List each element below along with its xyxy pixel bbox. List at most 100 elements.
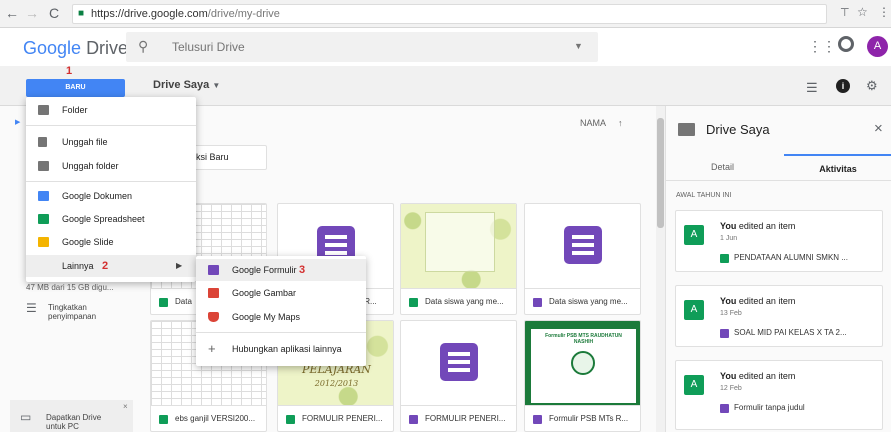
menu-item-docs[interactable]: Google Dokumen xyxy=(26,185,196,207)
sheets-icon xyxy=(286,415,295,424)
activity-action: edited an item xyxy=(738,371,796,381)
form-preview xyxy=(425,212,495,272)
file-caption: ebs ganjil VERSI200... xyxy=(151,405,266,431)
settings-gear-icon[interactable]: ⚙ xyxy=(866,78,878,94)
menu-item-label: Hubungkan aplikasi lainnya xyxy=(232,344,342,354)
forward-icon[interactable]: → xyxy=(24,5,40,21)
file-thumbnail xyxy=(401,204,516,288)
submenu-item-mymaps[interactable]: Google My Maps xyxy=(196,306,366,328)
apps-grid-icon[interactable]: ⋮⋮ xyxy=(808,38,836,55)
drawings-icon xyxy=(208,288,219,298)
menu-item-upload-file[interactable]: Unggah file xyxy=(26,131,196,153)
file-card[interactable]: Formulir PSB MTS RAUDHATUN NASHIH Formul… xyxy=(524,320,641,432)
activity-file-name: SOAL MID PAI KELAS X TA 2... xyxy=(734,328,847,337)
sort-control[interactable]: NAMA ↑ xyxy=(580,118,623,128)
forms-icon xyxy=(440,343,478,381)
file-card[interactable]: FORMULIR PENERI... xyxy=(400,320,517,432)
forms-icon xyxy=(533,298,542,307)
activity-file[interactable]: SOAL MID PAI KELAS X TA 2... xyxy=(720,328,847,338)
file-caption: Formulir PSB MTs R... xyxy=(525,405,640,431)
get-drive-banner[interactable]: ▭ Dapatkan Drive untuk PC × xyxy=(10,400,133,432)
plus-icon: + xyxy=(208,341,216,356)
folder-upload-icon xyxy=(38,161,49,171)
forms-icon xyxy=(208,265,219,275)
browser-menu-icon[interactable]: ⋮ xyxy=(878,5,890,19)
menu-divider xyxy=(26,181,196,182)
search-box[interactable]: ⚲ Telusuri Drive ▼ xyxy=(126,32,598,62)
drive-logo[interactable]: Google Drive xyxy=(23,38,128,58)
activity-file[interactable]: Formulir tanpa judul xyxy=(720,403,805,413)
file-name: Data xyxy=(175,297,192,306)
search-options-icon[interactable]: ▼ xyxy=(574,41,583,51)
computer-icon: ▭ xyxy=(20,410,32,424)
new-button[interactable]: BARU xyxy=(26,79,125,97)
close-icon[interactable]: × xyxy=(874,120,883,137)
new-menu: Folder Unggah file Unggah folder Google … xyxy=(26,97,196,282)
upgrade-storage-link[interactable]: Tingkatkan penyimpanan xyxy=(48,303,118,321)
tab-detail[interactable]: Detail xyxy=(666,154,779,180)
activity-card[interactable]: A You edited an item 1 Jun PENDATAAN ALU… xyxy=(675,210,883,272)
address-bar[interactable]: ■ https://drive.google.com/drive/my-drive xyxy=(72,4,827,24)
location-label: Drive Saya xyxy=(153,79,210,91)
file-caption: Data siswa yang me... xyxy=(525,288,640,314)
menu-item-label: Google My Maps xyxy=(232,312,301,322)
info-icon[interactable]: i xyxy=(836,79,850,93)
panel-title: Drive Saya xyxy=(706,122,770,137)
menu-item-folder[interactable]: Folder xyxy=(26,99,196,121)
menu-item-label: Google Gambar xyxy=(232,288,297,298)
avatar: A xyxy=(684,375,704,395)
submenu-item-forms[interactable]: Google Formulir 3 xyxy=(196,259,366,281)
avatar[interactable]: A xyxy=(867,36,888,57)
sheets-icon xyxy=(38,214,49,224)
file-card[interactable]: Data siswa yang me... xyxy=(524,203,641,315)
close-icon[interactable]: × xyxy=(123,402,128,411)
menu-item-label: Google Dokumen xyxy=(62,191,133,201)
storage-usage: 47 MB dari 15 GB digu... xyxy=(26,283,114,292)
url-host: https://drive.google.com xyxy=(91,8,208,20)
menu-divider xyxy=(26,125,196,126)
thumb-year: 2012/2013 xyxy=(314,379,359,388)
activity-user: You xyxy=(720,296,737,306)
menu-item-slides[interactable]: Google Slide xyxy=(26,231,196,253)
logo-google: Google xyxy=(23,38,82,58)
list-view-icon[interactable]: ☰ xyxy=(806,80,818,96)
browser-toolbar: ← → C ■ https://drive.google.com/drive/my… xyxy=(0,0,891,28)
file-thumbnail xyxy=(401,321,516,405)
menu-item-upload-folder[interactable]: Unggah folder xyxy=(26,155,196,177)
menu-item-label: Unggah folder xyxy=(62,161,119,171)
sheets-icon xyxy=(720,254,729,263)
file-caption: Data siswa yang me... xyxy=(401,288,516,314)
expand-arrow-icon[interactable]: ▶ xyxy=(15,118,20,126)
filter-icon[interactable]: ⊤ xyxy=(840,6,850,19)
scrollbar-thumb[interactable] xyxy=(657,118,664,228)
activity-file[interactable]: PENDATAAN ALUMNI SMKN ... xyxy=(720,253,848,263)
submenu-item-drawings[interactable]: Google Gambar xyxy=(196,282,366,304)
star-icon[interactable]: ☆ xyxy=(857,5,868,19)
menu-item-more[interactable]: Lainnya 2 ▶ xyxy=(26,255,196,277)
notifications-icon[interactable] xyxy=(838,36,854,52)
activity-card[interactable]: A You edited an item 13 Feb SOAL MID PAI… xyxy=(675,285,883,347)
forms-icon xyxy=(409,415,418,424)
step-1-annotation: 1 xyxy=(66,65,73,77)
sheets-icon xyxy=(409,298,418,307)
reload-icon[interactable]: C xyxy=(46,5,62,21)
activity-action: edited an item xyxy=(738,221,796,231)
tab-activity[interactable]: Aktivitas xyxy=(784,154,891,180)
lock-icon: ■ xyxy=(78,8,85,19)
activity-card[interactable]: A You edited an item 12 Feb Formulir tan… xyxy=(675,360,883,430)
step-2-annotation: 2 xyxy=(102,260,109,272)
sort-label: NAMA xyxy=(580,118,606,128)
activity-file-name: PENDATAAN ALUMNI SMKN ... xyxy=(734,253,848,262)
activity-date: 12 Feb xyxy=(720,385,742,392)
menu-divider xyxy=(196,332,366,333)
back-icon[interactable]: ← xyxy=(4,5,20,21)
thumb-title: Formulir PSB MTS RAUDHATUN NASHIH xyxy=(545,333,622,345)
menu-item-sheets[interactable]: Google Spreadsheet xyxy=(26,208,196,230)
submenu-item-connect-apps[interactable]: + Hubungkan aplikasi lainnya xyxy=(196,338,366,360)
form-preview: Formulir PSB MTS RAUDHATUN NASHIH xyxy=(531,329,636,403)
file-card[interactable]: Data siswa yang me... xyxy=(400,203,517,315)
activity-user: You xyxy=(720,371,737,381)
storage-list-icon: ☰ xyxy=(26,301,37,315)
location-breadcrumb[interactable]: Drive Saya ▼ xyxy=(153,79,220,91)
search-input[interactable]: Telusuri Drive xyxy=(172,40,245,54)
